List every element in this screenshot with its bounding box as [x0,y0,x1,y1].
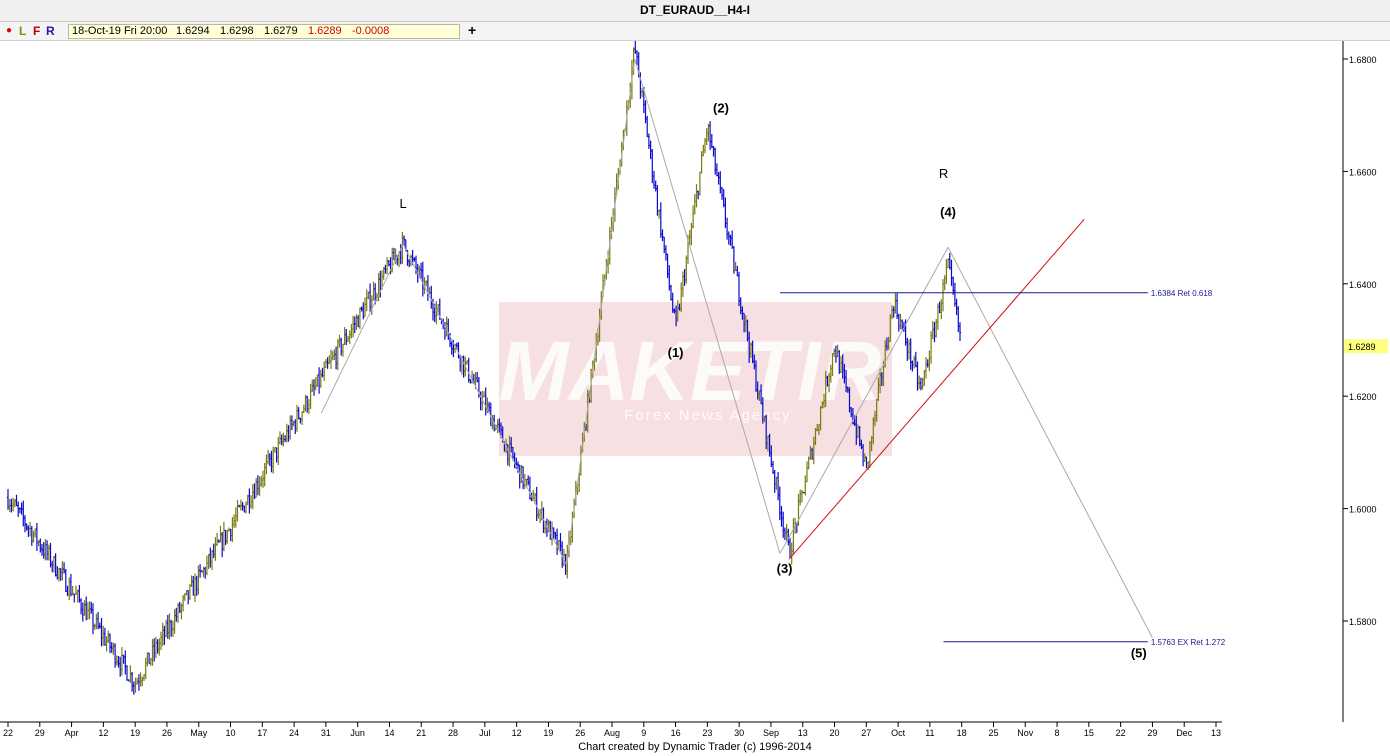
time-tick-label: 29 [1147,728,1157,738]
time-tick-label: Sep [763,728,779,738]
time-tick-label: Apr [65,728,79,738]
wave-label: (5) [1131,646,1147,661]
time-tick-label: Dec [1176,728,1193,738]
time-tick-label: 23 [702,728,712,738]
time-tick-label: Aug [604,728,620,738]
time-tick-label: 22 [1116,728,1126,738]
time-tick-label: 16 [671,728,681,738]
price-tick-label: 1.6400 [1349,280,1377,290]
time-tick-label: 18 [957,728,967,738]
quote-open: 1.6294 [176,25,210,37]
quote-datetime: 18-Oct-19 Fri 20:00 [72,25,168,37]
wave-label: (1) [668,345,684,360]
record-dot-icon[interactable]: ● [6,25,12,36]
time-tick-label: Jun [350,728,365,738]
toolbar: ● L F R 18-Oct-19 Fri 20:00 1.6294 1.629… [0,22,1390,41]
time-tick-label: Jul [479,728,491,738]
watermark-logo: MAKETIR Forex News Agency [499,302,892,456]
chart-credit: Chart created by Dynamic Trader (c) 1996… [578,741,812,753]
wave-label: L [399,196,406,211]
time-tick-label: 13 [1211,728,1221,738]
time-tick-label: 15 [1084,728,1094,738]
quote-high: 1.6298 [220,25,254,37]
time-tick-label: 28 [448,728,458,738]
price-chart[interactable]: MAKETIR Forex News Agency 1.6384 Ret 0.6… [0,0,1390,756]
wave-label: (2) [713,100,729,115]
toolbar-button-f[interactable]: F [33,24,40,38]
time-tick-label: Oct [891,728,906,738]
time-tick-label: 19 [543,728,553,738]
quote-low: 1.6279 [264,25,298,37]
time-tick-label: 12 [98,728,108,738]
time-tick-label: 25 [988,728,998,738]
time-tick-label: 31 [321,728,331,738]
last-price-label: 1.6289 [1348,342,1376,352]
time-tick-label: Nov [1017,728,1034,738]
toolbar-button-l[interactable]: L [19,24,26,38]
window-title: DT_EURAUD__H4-I [0,0,1390,22]
time-tick-label: 20 [830,728,840,738]
time-tick-label: 26 [575,728,585,738]
time-axis: 22 29 Apr 12 19 26 May 10 17 24 31 Jun 14 21 28 Jul 12 19… [0,721,1222,738]
time-tick-label: 11 [925,728,934,738]
time-tick-label: 21 [416,728,426,738]
time-tick-label: 27 [861,728,871,738]
time-tick-label: 19 [130,728,140,738]
add-button[interactable]: + [468,22,476,38]
time-tick-label: 17 [257,728,267,738]
time-tick-label: 13 [798,728,808,738]
quote-close: 1.6289 [308,25,342,37]
time-tick-label: 12 [512,728,522,738]
time-tick-label: 26 [162,728,172,738]
time-tick-label: May [190,728,208,738]
price-tick-label: 1.6600 [1349,167,1377,177]
time-tick-label: 24 [289,728,299,738]
quote-change: -0.0008 [352,25,390,37]
time-tick-label: 30 [734,728,744,738]
time-tick-label: 9 [641,728,646,738]
level-label: 1.5763 EX Ret 1.272 [1151,638,1226,647]
time-tick-label: 8 [1055,728,1060,738]
price-axis: 1.6800 1.6600 1.6400 1.6200 1.6000 1.5800 1.62… [1342,40,1388,722]
wave-label: (4) [940,204,956,219]
time-tick-label: 29 [35,728,45,738]
time-tick-label: 22 [3,728,13,738]
level-label: 1.6384 Ret 0.618 [1151,289,1213,298]
price-tick-label: 1.6000 [1349,505,1377,515]
price-tick-label: 1.5800 [1349,617,1377,627]
toolbar-button-r[interactable]: R [46,24,55,38]
time-tick-label: 14 [384,728,394,738]
wave-label: (3) [777,561,793,576]
quote-bar: 18-Oct-19 Fri 20:00 1.6294 1.6298 1.6279… [68,24,460,39]
wave-label: R [939,166,948,181]
price-tick-label: 1.6800 [1349,55,1377,65]
time-tick-label: 10 [226,728,236,738]
price-tick-label: 1.6200 [1349,392,1377,402]
